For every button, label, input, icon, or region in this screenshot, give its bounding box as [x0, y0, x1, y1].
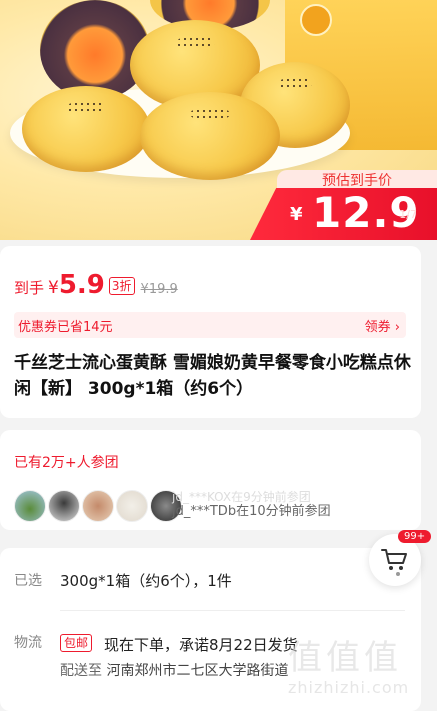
original-price: ¥19.9: [140, 282, 178, 297]
group-count-text: 已有2万+人参团: [14, 455, 119, 471]
delivery-address[interactable]: 配送至 河南郑州市二七区大学路街道: [60, 660, 288, 680]
address-text: 河南郑州市二七区大学路街道: [106, 663, 289, 679]
cake-image: [140, 92, 280, 180]
dot-icon: [396, 572, 400, 576]
avatar: [14, 490, 46, 522]
estimated-price-tag: 预估到手价 ¥ 12.9 1/7: [250, 170, 437, 240]
coupon-saving-text: 优惠券已省14元: [18, 320, 113, 335]
watermark-logo: 值值值: [288, 638, 402, 678]
price-card: 到手 ¥ 5.9 3折 ¥19.9 优惠券已省14元 领券 › 千丝芝士流心蛋黄…: [0, 246, 421, 418]
get-coupon-link[interactable]: 领券 ›: [365, 316, 400, 335]
cake-image: [22, 86, 150, 172]
watermark: 值值值 zhizhizhi.com: [288, 630, 428, 700]
product-image-carousel[interactable]: 预估到手价 ¥ 12.9 1/7: [0, 0, 437, 240]
final-price: 5.9: [58, 270, 105, 300]
selected-label: 已选: [14, 573, 42, 589]
participant-avatars: [14, 490, 184, 522]
price-currency: ¥: [48, 278, 59, 298]
image-page-indicator: 1/7: [399, 208, 417, 221]
coupon-bar[interactable]: 优惠券已省14元 领券 ›: [14, 312, 406, 338]
final-price-label: 到手: [14, 279, 45, 297]
avatar: [116, 490, 148, 522]
product-title: 千丝芝士流心蛋黄酥 雪媚娘奶黄早餐零食小吃糕点休闲【新】 300g*1箱（约6个…: [14, 353, 411, 399]
avatar: [82, 490, 114, 522]
cart-count-badge: 99+: [398, 530, 432, 543]
latest-join-message: jd_***TDb在10分钟前参团: [172, 504, 331, 519]
group-buy-card[interactable]: 已有2万+人参团 jd_***KOX在9分钟前参团 jd_***TDb在10分钟…: [0, 430, 421, 530]
watermark-url: zhizhizhi.com: [288, 678, 410, 697]
avatar: [48, 490, 80, 522]
cart-icon: [381, 549, 407, 570]
estimate-currency: ¥: [290, 204, 303, 225]
price-row: 到手 ¥ 5.9 3折 ¥19.9: [14, 270, 178, 300]
divider: [60, 610, 405, 611]
discount-badge: 3折: [108, 277, 135, 295]
logistics-label: 物流: [14, 635, 42, 651]
selected-spec[interactable]: 300g*1箱（约6个），1件: [60, 570, 232, 591]
estimate-price-box: ¥ 12.9 1/7: [250, 188, 437, 240]
shipping-promise: 现在下单，承诺8月22日发货: [104, 636, 298, 654]
free-shipping-badge: 包邮: [60, 634, 93, 652]
package-seal-image: [300, 4, 332, 36]
address-prefix: 配送至: [60, 663, 102, 679]
